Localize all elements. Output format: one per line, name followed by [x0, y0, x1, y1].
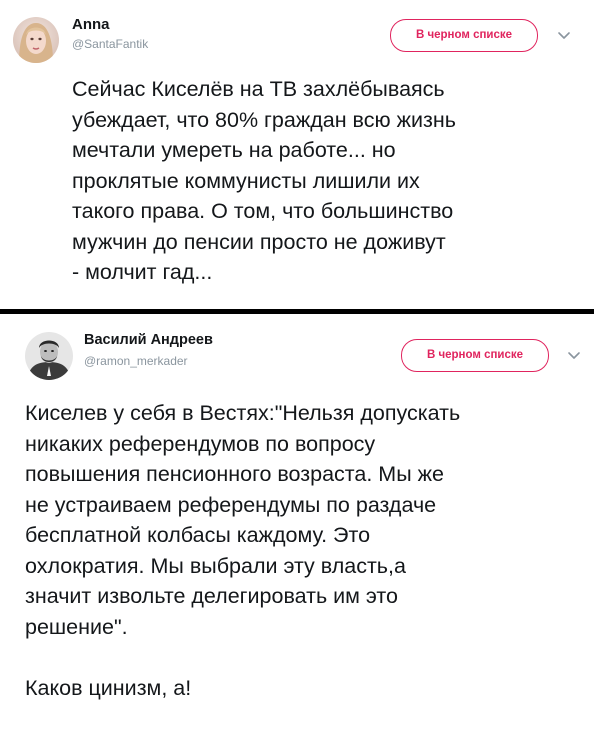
tweet-text-line: мечтали умереть на работе... но	[72, 138, 396, 162]
paragraph-break	[25, 642, 585, 673]
tweet-text-line: Сейчас Киселёв на ТВ захлёбываясь	[72, 77, 445, 101]
tweet-text-line: значит извольте делегировать им это	[25, 584, 398, 608]
tweet-text-line: - молчит гад...	[72, 260, 213, 284]
avatar[interactable]	[25, 332, 73, 380]
divider	[0, 309, 594, 314]
tweet-text-line: решение".	[25, 614, 128, 639]
tweet-card: Василий Андреев @ramon_merkader В черном…	[0, 316, 594, 729]
blocked-button[interactable]: В черном списке	[401, 339, 549, 372]
chevron-down-icon[interactable]	[557, 31, 571, 41]
user-handle[interactable]: @ramon_merkader	[84, 354, 188, 368]
tweet-card: Anna @SantaFantik В черном списке Сейчас…	[0, 0, 594, 310]
tweet-text-line: такого права. О том, что большинство	[72, 199, 454, 223]
tweet-text-line: проклятые коммунисты лишили их	[72, 168, 420, 193]
tweet-text-line: Каков цинизм, а!	[25, 676, 192, 700]
tweet-text: Сейчас Киселёв на ТВ захлёбываясь убежда…	[72, 74, 592, 288]
tweet-text-line: никаких референдумов по вопросу	[25, 431, 376, 456]
tweet-text-line: убеждает, что 80% граждан всю жизнь	[72, 107, 456, 132]
tweet-text-line: Киселев у себя в Вестях:"Нельзя допускат…	[25, 401, 461, 425]
tweet-text-line: не устраиваем референдумы по раздаче	[25, 492, 437, 517]
display-name[interactable]: Василий Андреев	[84, 332, 213, 348]
tweet-text-line: охлократия. Мы выбрали эту власть,а	[25, 553, 406, 578]
tweet-text-line: бесплатной колбасы каждому. Это	[25, 523, 371, 547]
tweet-text-line: мужчин до пенсии просто не доживут	[72, 229, 446, 254]
avatar-image	[25, 332, 73, 380]
display-name[interactable]: Anna	[72, 16, 110, 33]
avatar[interactable]	[13, 17, 59, 63]
avatar-image	[13, 17, 59, 63]
blocked-button[interactable]: В черном списке	[390, 19, 538, 52]
tweet-text-line: повышения пенсионного возраста. Мы же	[25, 462, 444, 486]
user-handle[interactable]: @SantaFantik	[72, 37, 148, 51]
chevron-down-icon[interactable]	[567, 351, 581, 361]
tweet-text: Киселев у себя в Вестях:"Нельзя допускат…	[25, 398, 585, 704]
